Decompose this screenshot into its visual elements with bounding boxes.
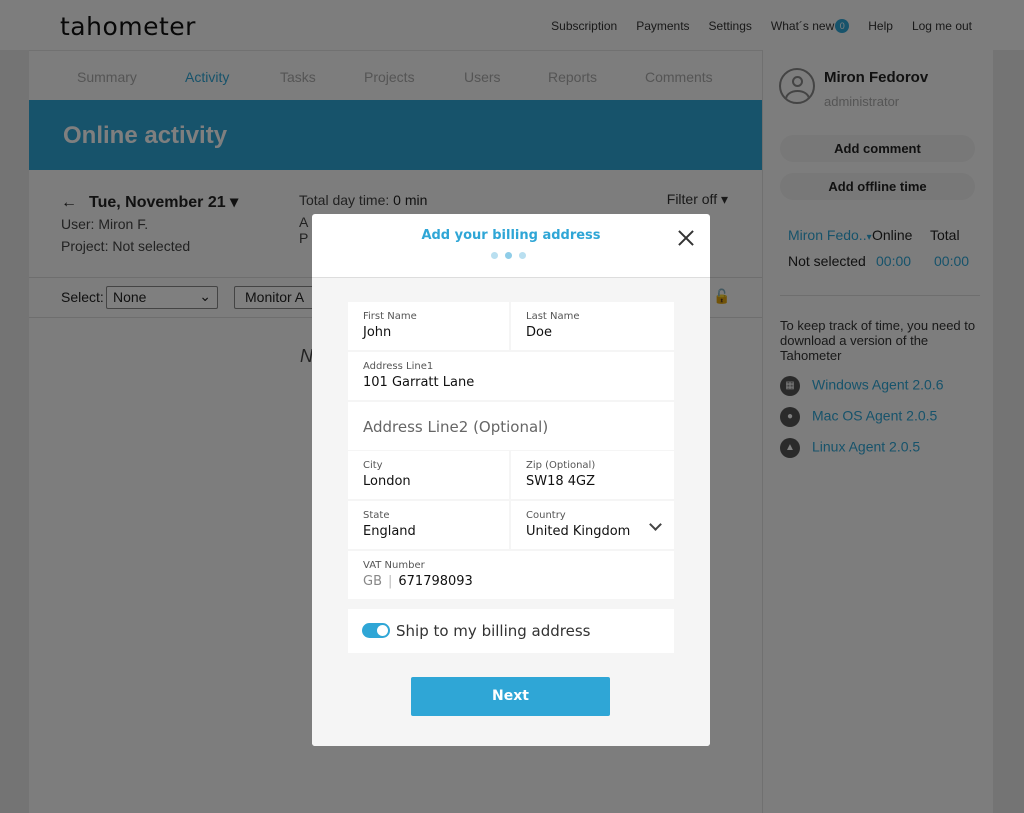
last-name-value: Doe [526,325,552,340]
step-dot-1 [491,252,498,259]
ship-to-billing-label: Ship to my billing address [396,622,591,640]
country-value: United Kingdom [526,524,631,539]
address-line1-field[interactable]: Address Line1 101 Garratt Lane [348,352,674,400]
next-button[interactable]: Next [411,677,610,716]
last-name-label: Last Name [526,311,580,322]
ship-to-billing-toggle[interactable] [362,623,390,638]
zip-label: Zip (Optional) [526,460,596,471]
vat-value: 671798093 [398,574,473,589]
vat-number-field[interactable]: VAT Number GB | 671798093 [348,551,674,599]
address-line1-label: Address Line1 [363,361,434,372]
last-name-field[interactable]: Last Name Doe [511,302,674,350]
close-icon[interactable] [674,226,698,250]
first-name-label: First Name [363,311,417,322]
city-label: City [363,460,383,471]
modal-header: Add your billing address [312,214,710,278]
country-select[interactable]: Country United Kingdom [511,501,674,549]
country-label: Country [526,510,566,521]
step-indicator [491,252,526,259]
address-line2-field[interactable]: Address Line2 (Optional) [348,402,674,450]
modal-body: First Name John Last Name Doe Address Li… [312,278,710,746]
first-name-field[interactable]: First Name John [348,302,509,350]
city-value: London [363,474,411,489]
state-field[interactable]: State England [348,501,509,549]
state-label: State [363,510,390,521]
step-dot-3 [519,252,526,259]
zip-field[interactable]: Zip (Optional) SW18 4GZ [511,451,674,499]
chevron-down-icon [649,518,662,531]
billing-address-modal: Add your billing address First Name John… [312,214,710,746]
vat-input: GB | 671798093 [363,574,473,589]
vat-label: VAT Number [363,560,425,571]
address-line2-placeholder: Address Line2 (Optional) [363,418,549,436]
state-value: England [363,524,416,539]
city-field[interactable]: City London [348,451,509,499]
vat-prefix: GB [363,574,382,589]
step-dot-2 [505,252,512,259]
address-line1-value: 101 Garratt Lane [363,375,475,390]
modal-title: Add your billing address [421,228,601,243]
ship-to-billing-row: Ship to my billing address [348,609,674,653]
first-name-value: John [363,325,392,340]
zip-value: SW18 4GZ [526,474,596,489]
